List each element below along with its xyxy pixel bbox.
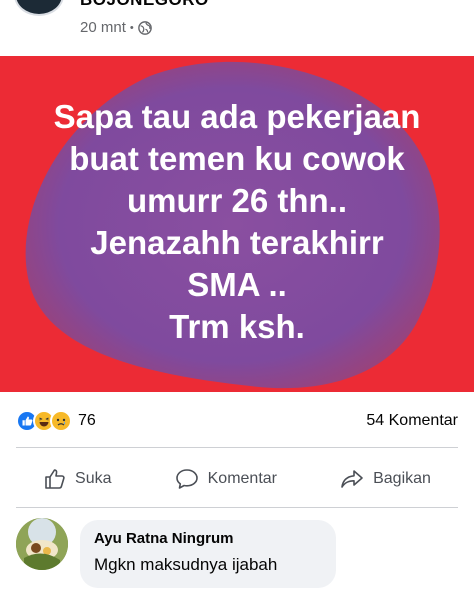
page-avatar[interactable] [14, 0, 64, 16]
reactions-row: 76 54 Komentar [0, 400, 474, 442]
post-header: BOJONEGORO 20 mnt • [0, 0, 474, 52]
post-line: Sapa tau ada pekerjaan [53, 98, 421, 135]
post-line: Jenazahh terakhirr [90, 224, 384, 261]
sad-reaction-icon [50, 410, 72, 432]
post-background: Sapa tau ada pekerjaan buat temen ku cow… [0, 56, 474, 392]
divider [16, 447, 458, 448]
meta-separator: • [129, 21, 134, 34]
post-author[interactable]: BOJONEGORO [80, 0, 209, 10]
share-icon [341, 470, 363, 488]
post-line: Trm ksh. [169, 308, 305, 345]
like-button[interactable]: Suka [43, 467, 112, 491]
reaction-count: 76 [78, 412, 96, 429]
divider [16, 507, 458, 508]
comment-icon [175, 469, 198, 489]
comment-count-link[interactable]: 54 Komentar [366, 412, 458, 430]
share-button[interactable]: Bagikan [339, 467, 431, 491]
post-meta: 20 mnt • [80, 19, 152, 36]
commenter-avatar[interactable] [16, 518, 68, 570]
share-label: Bagikan [373, 470, 431, 487]
comment-bubble: Ayu Ratna Ningrum Mgkn maksudnya ijabah [80, 520, 336, 588]
post-text: Sapa tau ada pekerjaan buat temen ku cow… [0, 96, 474, 348]
comment-text: Mgkn maksudnya ijabah [94, 555, 278, 574]
post-time[interactable]: 20 mnt [80, 19, 126, 36]
commenter-name[interactable]: Ayu Ratna Ningrum [94, 530, 322, 547]
facebook-post: BOJONEGORO 20 mnt • S [0, 0, 474, 592]
reaction-summary[interactable]: 76 [16, 410, 96, 432]
comment-item: Ayu Ratna Ningrum Mgkn maksudnya ijabah [16, 518, 466, 588]
comment-button[interactable]: Komentar [174, 467, 277, 491]
comment-label: Komentar [207, 470, 277, 487]
reaction-icons [16, 410, 72, 432]
globe-icon [137, 20, 152, 35]
post-actions: Suka Komentar Bagikan [0, 456, 474, 502]
like-label: Suka [75, 470, 112, 487]
post-line: SMA .. [187, 266, 287, 303]
post-line: buat temen ku cowok [69, 140, 405, 177]
post-line: umurr 26 thn.. [126, 182, 348, 219]
thumbs-up-icon [45, 469, 65, 489]
